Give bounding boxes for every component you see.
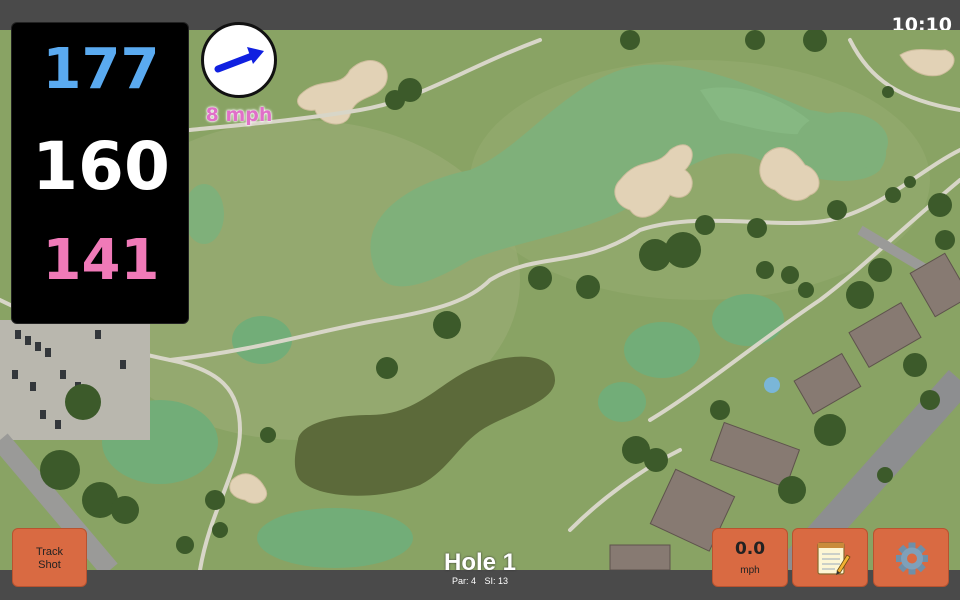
speed-value: 0.0 — [734, 539, 766, 559]
notes-button[interactable] — [792, 528, 868, 587]
distance-panel: 177 160 141 — [11, 22, 189, 324]
wind-compass — [201, 22, 277, 98]
wind-arrow-icon — [214, 47, 264, 73]
hole-meta: Par: 4 SI: 13 — [380, 576, 580, 586]
speed-unit: mph — [740, 565, 760, 576]
track-shot-label-line2: Shot — [38, 559, 61, 571]
track-shot-button[interactable]: Track Shot — [12, 528, 87, 587]
wind-speed: 8 mph — [205, 104, 273, 126]
distance-front: 141 — [42, 228, 160, 293]
speed-button[interactable]: 0.0 mph — [712, 528, 788, 587]
hole-stroke-index: SI: 13 — [484, 576, 509, 586]
hole-title: Hole 1 — [443, 549, 517, 576]
distance-back: 177 — [42, 37, 160, 102]
hole-par: Par: 4 — [451, 576, 476, 586]
settings-button[interactable] — [873, 528, 949, 587]
distance-middle: 160 — [32, 128, 170, 205]
notepad-icon — [817, 542, 851, 575]
track-shot-label-line1: Track — [35, 546, 64, 558]
gear-icon — [896, 542, 928, 575]
